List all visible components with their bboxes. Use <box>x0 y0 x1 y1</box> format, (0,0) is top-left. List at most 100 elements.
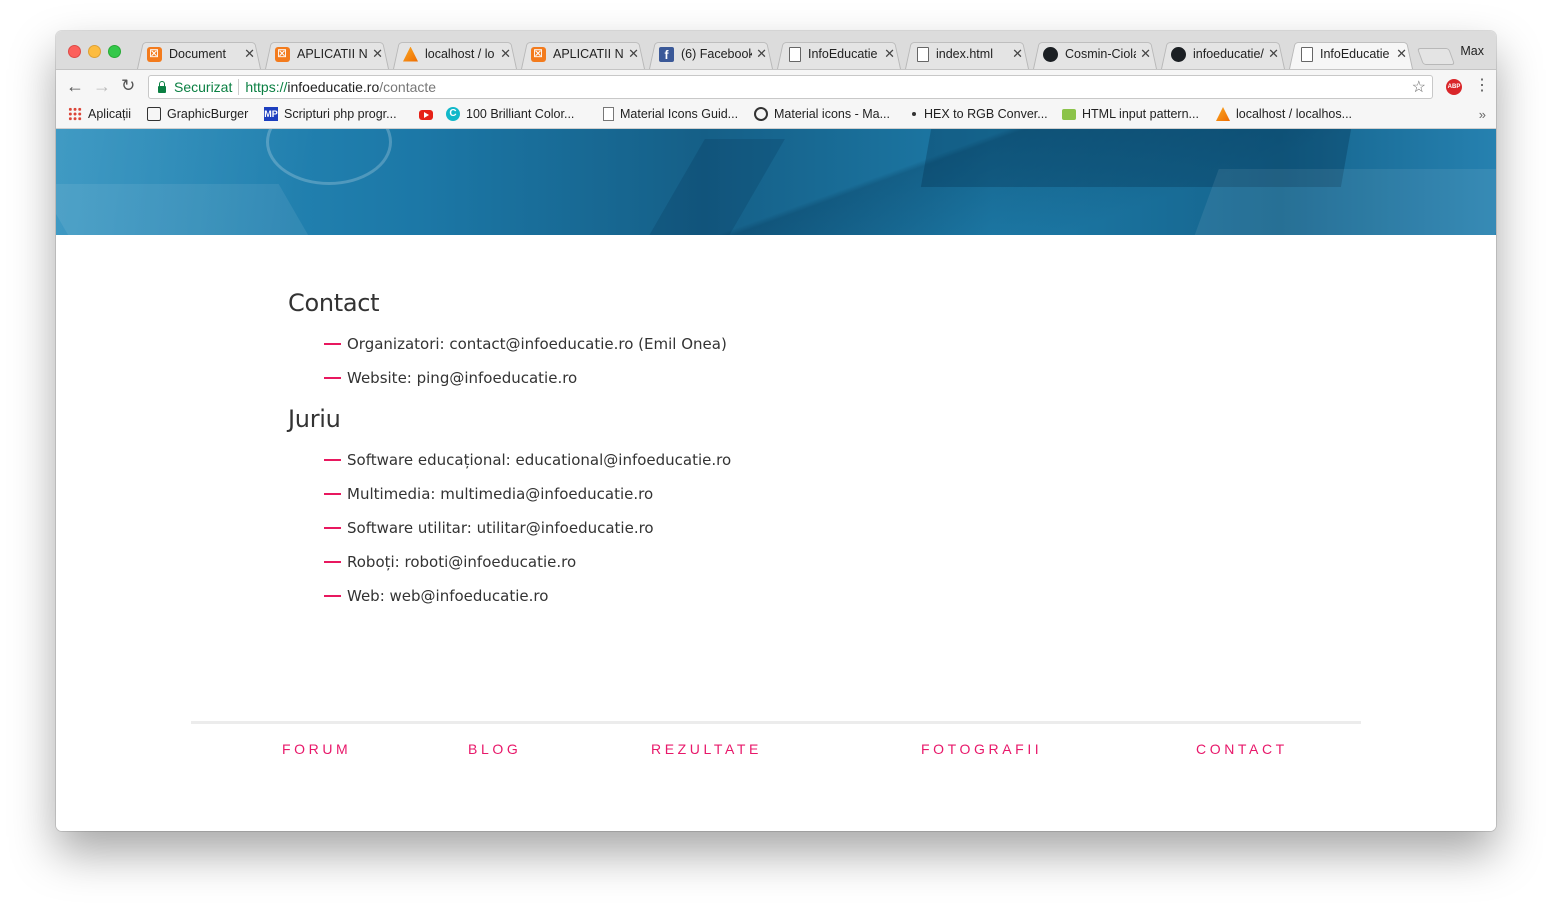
browser-window: Document ✕ APLICATII NC ✕ localhost / lo… <box>56 31 1496 831</box>
list-item: Roboți: roboti@infoeducatie.ro <box>288 545 888 579</box>
web-page: Contact Organizatori: contact@infoeducat… <box>56 129 1496 831</box>
list-item: Multimedia: multimedia@infoeducatie.ro <box>288 477 888 511</box>
browser-tab[interactable]: APLICATII NC ✕ <box>519 39 647 69</box>
bookmark-item[interactable]: Material icons - Ma... <box>754 107 890 121</box>
profile-name[interactable]: Max <box>1460 44 1484 58</box>
browser-tab-active[interactable]: InfoEducatie ✕ <box>1287 39 1415 69</box>
c-icon: C <box>446 107 460 121</box>
reload-icon[interactable]: ↻ <box>121 76 135 96</box>
close-tab-icon[interactable]: ✕ <box>1396 46 1407 62</box>
hero-banner <box>56 129 1496 235</box>
document-icon <box>603 107 614 121</box>
menu-icon[interactable]: ⋮ <box>1474 75 1490 95</box>
contact-text: Website: ping@infoeducatie.ro <box>347 369 578 387</box>
dash-icon <box>324 343 341 345</box>
close-tab-icon[interactable]: ✕ <box>372 46 383 62</box>
bookmark-label: Scripturi php progr... <box>284 107 397 121</box>
tab-title: index.html <box>936 47 993 61</box>
new-tab-button[interactable] <box>1416 48 1456 65</box>
tab-title: APLICATII NC <box>553 47 624 61</box>
close-tab-icon[interactable]: ✕ <box>1140 46 1151 62</box>
html-icon <box>1062 108 1076 120</box>
facebook-icon: f <box>659 46 674 62</box>
dot-icon <box>912 112 916 116</box>
tab-title: InfoEducatie <box>1320 47 1390 61</box>
browser-tab[interactable]: infoeducatie/ ✕ <box>1159 39 1287 69</box>
divider <box>238 79 240 95</box>
footer-link-blog[interactable]: BLOG <box>468 741 521 757</box>
back-arrow-icon[interactable]: ← <box>66 76 84 97</box>
browser-tab[interactable]: f (6) Facebook ✕ <box>647 39 775 69</box>
xampp-icon <box>275 46 290 62</box>
contact-text: Organizatori: contact@infoeducatie.ro (E… <box>347 335 727 353</box>
footer-link-contact[interactable]: CONTACT <box>1196 741 1288 757</box>
close-window-button[interactable] <box>68 45 81 58</box>
bookmark-item[interactable]: GraphicBurger <box>147 107 248 121</box>
list-item: Software utilitar: utilitar@infoeducatie… <box>288 511 888 545</box>
close-tab-icon[interactable]: ✕ <box>628 46 639 62</box>
bookmarks-overflow-icon[interactable]: » <box>1479 107 1486 122</box>
browser-tab[interactable]: InfoEducatie ✕ <box>775 39 903 69</box>
list-item: Software educațional: educational@infoed… <box>288 443 888 477</box>
maximize-window-button[interactable] <box>108 45 121 58</box>
footer-link-forum[interactable]: FORUM <box>282 741 351 757</box>
minimize-window-button[interactable] <box>88 45 101 58</box>
bookmark-item[interactable]: Material Icons Guid... <box>601 107 738 121</box>
url-path: /contacte <box>379 79 437 95</box>
list-item: Website: ping@infoeducatie.ro <box>288 361 888 395</box>
bookmark-item[interactable]: Aplicații <box>68 107 131 121</box>
bookmark-star-icon[interactable]: ☆ <box>1412 77 1426 97</box>
document-icon <box>789 46 801 62</box>
jury-text: Web: web@infoeducatie.ro <box>347 587 549 605</box>
browser-tab[interactable]: Document ✕ <box>135 39 263 69</box>
secure-label: Securizat <box>174 79 233 95</box>
bookmark-item[interactable]: localhost / localhos... <box>1216 107 1352 121</box>
contact-heading: Contact <box>288 289 380 317</box>
close-tab-icon[interactable]: ✕ <box>244 46 255 62</box>
tab-title: infoeducatie/ <box>1193 47 1264 61</box>
bookmark-label: HTML input pattern... <box>1082 107 1199 121</box>
dash-icon <box>324 527 341 529</box>
bookmark-label: Aplicații <box>88 107 132 121</box>
jury-text: Software educațional: educational@infoed… <box>347 451 732 469</box>
adblock-icon[interactable]: ABP <box>1446 79 1462 95</box>
bookmark-label: 100 Brilliant Color... <box>466 107 575 121</box>
close-tab-icon[interactable]: ✕ <box>884 46 895 62</box>
dash-icon <box>324 459 341 461</box>
tab-title: Document <box>169 47 226 61</box>
close-tab-icon[interactable]: ✕ <box>1268 46 1279 62</box>
browser-tab[interactable]: index.html ✕ <box>903 39 1031 69</box>
jury-heading: Juriu <box>288 405 341 433</box>
tab-strip: Document ✕ APLICATII NC ✕ localhost / lo… <box>56 31 1496 70</box>
browser-toolbar: ← → ↻ Securizat https://infoeducatie.ro /… <box>56 70 1496 104</box>
url-scheme: https:// <box>245 79 288 95</box>
close-tab-icon[interactable]: ✕ <box>500 46 511 62</box>
browser-tab[interactable]: localhost / lo ✕ <box>391 39 519 69</box>
youtube-icon <box>419 110 433 120</box>
browser-tab[interactable]: APLICATII NC ✕ <box>263 39 391 69</box>
bookmark-item[interactable] <box>419 110 439 120</box>
footer-link-rezultate[interactable]: REZULTATE <box>651 741 762 757</box>
tab-title: localhost / lo <box>425 47 495 61</box>
bookmark-item[interactable]: HEX to RGB Conver... <box>906 107 1048 121</box>
dash-icon <box>324 561 341 563</box>
xampp-icon <box>147 46 162 62</box>
address-bar[interactable]: Securizat https://infoeducatie.ro/contac… <box>148 75 1433 99</box>
lock-icon <box>158 80 166 93</box>
document-icon <box>917 46 929 62</box>
bookmark-item[interactable]: HTML input pattern... <box>1062 107 1199 121</box>
footer-link-fotografii[interactable]: FOTOGRAFII <box>921 741 1042 757</box>
close-tab-icon[interactable]: ✕ <box>756 46 767 62</box>
github-icon <box>1171 46 1186 62</box>
forward-arrow-icon[interactable]: → <box>93 76 111 97</box>
dash-icon <box>324 377 341 379</box>
tab-title: InfoEducatie <box>808 47 878 61</box>
browser-tab[interactable]: Cosmin-Ciola ✕ <box>1031 39 1159 69</box>
bookmark-item[interactable]: MP Scripturi php progr... <box>264 107 397 121</box>
github-icon <box>1043 46 1058 62</box>
list-item: Organizatori: contact@infoeducatie.ro (E… <box>288 327 888 361</box>
list-item: Web: web@infoeducatie.ro <box>288 579 888 613</box>
bookmark-item[interactable]: C 100 Brilliant Color... <box>446 107 574 121</box>
close-tab-icon[interactable]: ✕ <box>1012 46 1023 62</box>
phpmyadmin-icon <box>403 46 418 62</box>
